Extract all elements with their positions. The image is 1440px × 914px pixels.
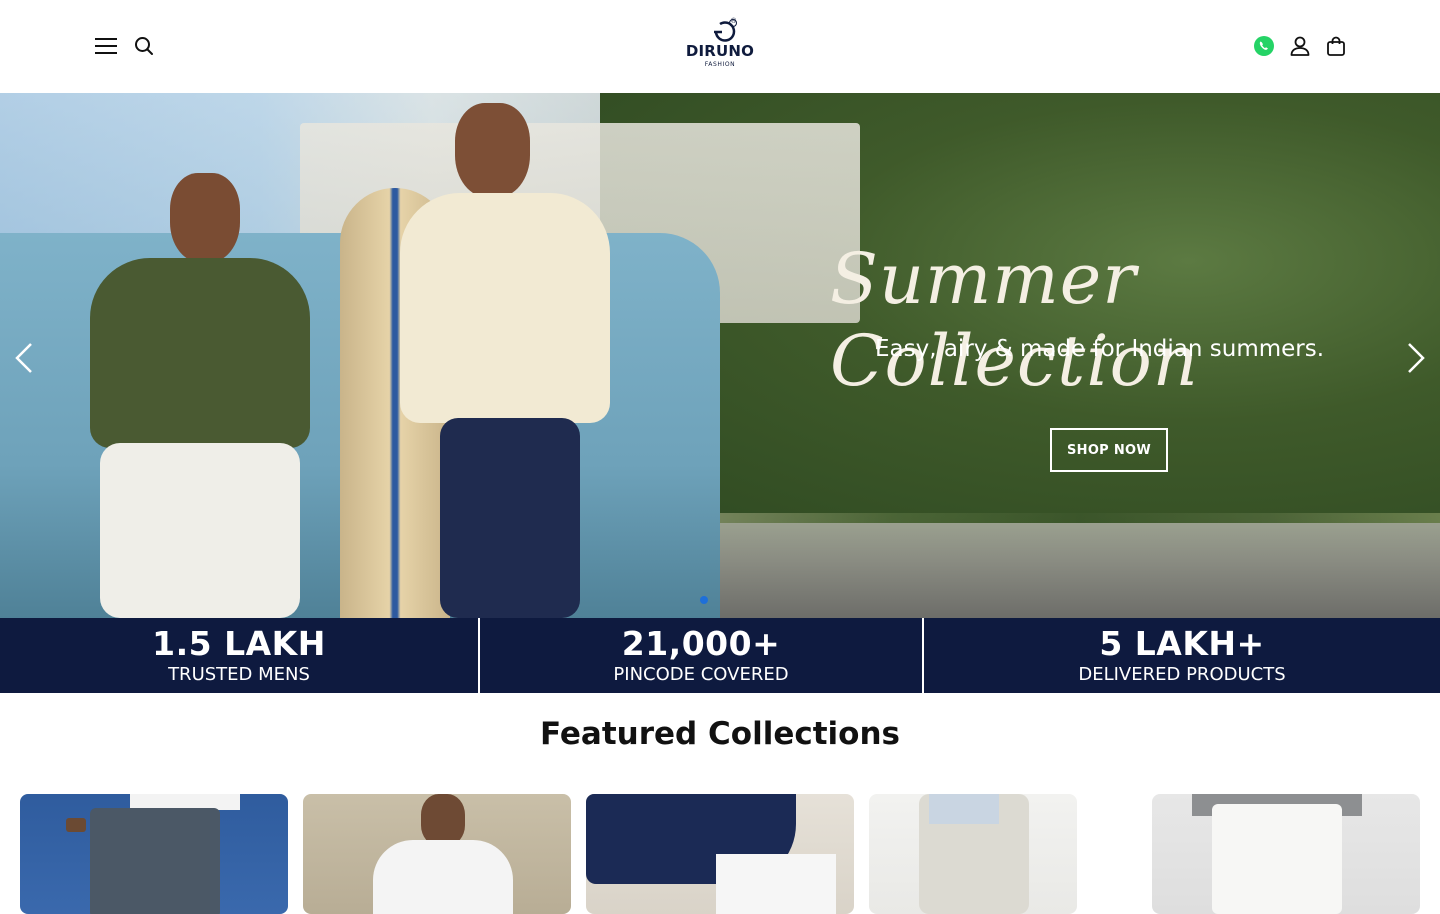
stat-value: 5 LAKH+ xyxy=(1099,623,1265,663)
shopping-bag-icon[interactable] xyxy=(1324,34,1348,58)
stat-label: DELIVERED PRODUCTS xyxy=(1078,663,1286,685)
site-header: ® DIRUNO FASHION xyxy=(0,0,1440,93)
stat-label: PINCODE COVERED xyxy=(613,663,789,685)
header-left-actions xyxy=(94,34,156,58)
stats-bar: 1.5 LAKH TRUSTED MENS 21,000+ PINCODE CO… xyxy=(0,618,1440,693)
stat-delivered-products: 5 LAKH+ DELIVERED PRODUCTS xyxy=(922,618,1440,693)
chevron-right-icon[interactable] xyxy=(1402,338,1430,378)
search-icon[interactable] xyxy=(132,34,156,58)
collection-card[interactable] xyxy=(586,794,854,914)
hero-model-right xyxy=(360,103,620,618)
featured-collections-heading: Featured Collections xyxy=(539,716,900,752)
stat-trusted-mens: 1.5 LAKH TRUSTED MENS xyxy=(0,618,478,693)
stat-label: TRUSTED MENS xyxy=(168,663,310,685)
stat-value: 21,000+ xyxy=(621,623,781,663)
logo-mark-icon xyxy=(714,19,737,42)
hero-banner[interactable]: Summer Collection Easy, airy & made for … xyxy=(0,93,1440,618)
chevron-left-icon[interactable] xyxy=(10,338,38,378)
stat-value: 1.5 LAKH xyxy=(152,623,326,663)
collection-card[interactable] xyxy=(303,794,571,914)
hamburger-menu-icon[interactable] xyxy=(94,34,118,58)
shop-now-button[interactable]: SHOP NOW xyxy=(1050,428,1168,472)
stat-pincode-covered: 21,000+ PINCODE COVERED xyxy=(478,618,922,693)
collection-card[interactable] xyxy=(869,794,1077,914)
hero-subtitle: Easy, airy & made for Indian summers. xyxy=(875,336,1325,362)
logo-sub-text: FASHION xyxy=(704,61,736,68)
featured-collections-carousel xyxy=(20,794,1420,914)
collection-card[interactable] xyxy=(1152,794,1420,914)
hero-model-left xyxy=(70,173,320,618)
logo-registered-mark: ® xyxy=(731,18,737,25)
hero-script-title: Summer Collection xyxy=(830,238,1199,402)
brand-logo[interactable]: ® DIRUNO FASHION xyxy=(670,18,770,72)
collection-card[interactable] xyxy=(20,794,288,914)
whatsapp-icon[interactable] xyxy=(1252,34,1276,58)
header-right-actions xyxy=(1252,34,1348,58)
user-icon[interactable] xyxy=(1288,34,1312,58)
logo-brand-text: DIRUNO xyxy=(685,42,755,60)
carousel-dot-active[interactable] xyxy=(700,596,708,604)
